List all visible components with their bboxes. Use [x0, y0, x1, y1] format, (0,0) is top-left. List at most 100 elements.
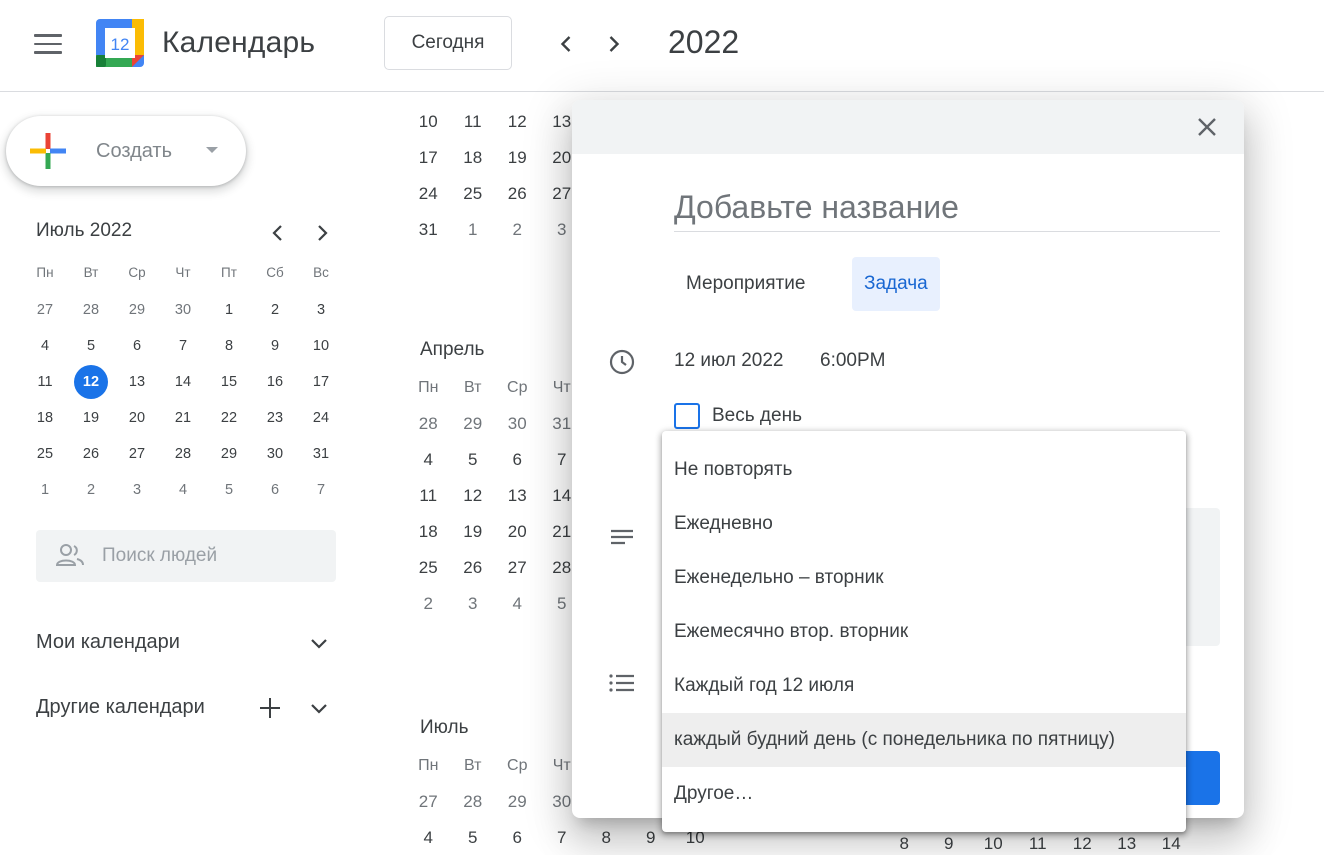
day-cell[interactable]: 7 — [160, 330, 206, 366]
create-button[interactable]: Создать — [6, 116, 246, 186]
day-cell[interactable]: 21 — [160, 402, 206, 438]
day-cell[interactable]: 28 — [68, 294, 114, 330]
day-cell[interactable]: 22 — [206, 402, 252, 438]
month-name[interactable]: Апрель — [406, 330, 584, 370]
day-cell[interactable]: 16 — [252, 366, 298, 402]
day-cell[interactable]: 5 — [68, 330, 114, 366]
day-cell[interactable]: 4 — [406, 820, 451, 855]
day-cell[interactable]: 29 — [451, 406, 496, 442]
people-search-input[interactable] — [102, 530, 322, 582]
day-cell[interactable]: 29 — [114, 294, 160, 330]
day-cell[interactable]: 30 — [160, 294, 206, 330]
other-calendars-heading[interactable]: Другие календари — [36, 696, 205, 719]
dialog-drag-header[interactable] — [572, 100, 1244, 154]
all-day-checkbox[interactable] — [674, 403, 700, 429]
day-cell[interactable]: 27 — [495, 550, 540, 586]
day-cell[interactable]: 5 — [451, 442, 496, 478]
main-menu-icon[interactable] — [34, 34, 62, 54]
day-cell[interactable]: 18 — [22, 402, 68, 438]
day-cell[interactable]: 11 — [22, 366, 68, 402]
day-cell[interactable]: 13 — [495, 478, 540, 514]
day-cell[interactable]: 20 — [495, 514, 540, 550]
day-cell[interactable]: 4 — [406, 442, 451, 478]
time-picker[interactable]: 6:00PM — [820, 350, 885, 372]
day-cell[interactable]: 6 — [495, 820, 540, 855]
prev-period-chevron-left-icon[interactable] — [548, 26, 584, 62]
calendar-logo-icon[interactable]: 12 — [96, 19, 144, 67]
day-cell[interactable]: 31 — [298, 438, 344, 474]
day-cell[interactable]: 29 — [206, 438, 252, 474]
day-cell[interactable]: 5 — [206, 474, 252, 510]
day-cell[interactable]: 9 — [252, 330, 298, 366]
day-cell[interactable]: 6 — [252, 474, 298, 510]
day-cell[interactable]: 18 — [406, 514, 451, 550]
date-picker[interactable]: 12 июл 2022 — [674, 350, 784, 372]
day-cell[interactable]: 30 — [252, 438, 298, 474]
next-period-chevron-right-icon[interactable] — [596, 26, 632, 62]
day-cell[interactable]: 25 — [406, 550, 451, 586]
other-calendars-chevron-down-icon[interactable] — [308, 697, 330, 719]
day-cell[interactable]: 13 — [114, 366, 160, 402]
day-cell[interactable]: 31 — [406, 212, 451, 248]
tab-task[interactable]: Задача — [852, 257, 940, 311]
day-cell[interactable]: 2 — [495, 212, 540, 248]
day-cell[interactable]: 1 — [22, 474, 68, 510]
day-cell[interactable]: 2 — [68, 474, 114, 510]
day-cell[interactable]: 14 — [160, 366, 206, 402]
day-cell[interactable]: 4 — [160, 474, 206, 510]
day-cell[interactable]: 10 — [298, 330, 344, 366]
day-cell[interactable]: 3 — [451, 586, 496, 622]
my-calendars-heading[interactable]: Мои календари — [36, 631, 180, 654]
day-cell[interactable]: 19 — [451, 514, 496, 550]
mini-prev-chevron-left-icon[interactable] — [265, 220, 291, 246]
day-cell[interactable]: 20 — [114, 402, 160, 438]
repeat-option-monthly[interactable]: Ежемесячно втор. вторник — [662, 605, 1186, 659]
day-cell[interactable]: 17 — [406, 140, 451, 176]
day-cell[interactable]: 18 — [451, 140, 496, 176]
today-button[interactable]: Сегодня — [384, 16, 512, 70]
day-cell[interactable]: 1 — [206, 294, 252, 330]
day-cell[interactable]: 27 — [22, 294, 68, 330]
day-cell[interactable]: 30 — [495, 406, 540, 442]
day-cell[interactable]: 19 — [68, 402, 114, 438]
day-cell[interactable]: 11 — [406, 478, 451, 514]
day-cell[interactable]: 6 — [114, 330, 160, 366]
day-cell[interactable]: 28 — [160, 438, 206, 474]
day-cell[interactable]: 27 — [114, 438, 160, 474]
repeat-option-daily[interactable]: Ежедневно — [662, 497, 1186, 551]
day-cell[interactable]: 25 — [22, 438, 68, 474]
repeat-option-yearly[interactable]: Каждый год 12 июля — [662, 659, 1186, 713]
day-cell[interactable]: 3 — [298, 294, 344, 330]
day-cell[interactable]: 2 — [406, 586, 451, 622]
day-cell[interactable]: 11 — [451, 104, 496, 140]
day-cell[interactable]: 26 — [451, 550, 496, 586]
day-cell[interactable]: 12 — [495, 104, 540, 140]
day-cell[interactable]: 1 — [451, 212, 496, 248]
close-icon[interactable] — [1192, 112, 1222, 142]
day-cell[interactable]: 10 — [406, 104, 451, 140]
day-cell[interactable]: 29 — [495, 784, 540, 820]
day-cell[interactable]: 15 — [206, 366, 252, 402]
tab-event[interactable]: Мероприятие — [674, 257, 817, 311]
day-cell[interactable]: 8 — [584, 820, 629, 855]
repeat-option-weekdays[interactable]: каждый будний день (с понедельника по пя… — [662, 713, 1186, 767]
day-cell[interactable]: 25 — [451, 176, 496, 212]
day-cell[interactable]: 19 — [495, 140, 540, 176]
day-cell-today[interactable]: 12 — [68, 365, 114, 402]
day-cell[interactable]: 24 — [406, 176, 451, 212]
day-cell[interactable]: 12 — [451, 478, 496, 514]
day-cell[interactable]: 23 — [252, 402, 298, 438]
day-cell[interactable]: 6 — [495, 442, 540, 478]
day-cell[interactable]: 26 — [495, 176, 540, 212]
day-cell[interactable]: 27 — [406, 784, 451, 820]
caret-down-icon[interactable] — [206, 147, 218, 153]
repeat-option-weekly[interactable]: Еженедельно – вторник — [662, 551, 1186, 605]
mini-next-chevron-right-icon[interactable] — [309, 220, 335, 246]
day-cell[interactable]: 4 — [495, 586, 540, 622]
day-cell[interactable]: 4 — [22, 330, 68, 366]
day-cell[interactable]: 2 — [252, 294, 298, 330]
day-cell[interactable]: 5 — [451, 820, 496, 855]
day-cell[interactable]: 7 — [540, 820, 585, 855]
my-calendars-chevron-down-icon[interactable] — [308, 632, 330, 654]
repeat-option-none[interactable]: Не повторять — [662, 443, 1186, 497]
